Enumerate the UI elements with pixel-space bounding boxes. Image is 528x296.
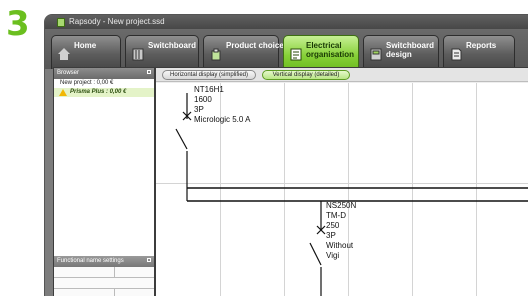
horizontal-display-button[interactable]: Horizontal display (simplified) <box>162 70 256 80</box>
pin-icon[interactable] <box>147 70 151 74</box>
tab-switchboard-label: Switchboard <box>148 41 197 50</box>
incomer-breaker-poles: 3P <box>194 105 204 114</box>
application-window: Rapsody - New project.ssd Home Switchboa… <box>44 14 528 296</box>
switchboard-icon <box>132 48 144 61</box>
feeder-breaker-option-2: Vigi <box>326 251 340 260</box>
tab-reports-label: Reports <box>466 41 497 50</box>
incomer-breaker-rating: 1600 <box>194 95 212 104</box>
feeder-breaker-trip-unit: TM-D <box>326 211 346 220</box>
feeder-breaker-name: NS250N <box>326 201 357 210</box>
functional-name-field[interactable] <box>54 278 154 289</box>
functional-name-field[interactable] <box>54 267 154 278</box>
warning-icon <box>59 89 67 96</box>
product-choice-icon <box>210 48 222 61</box>
screenshot-root: 3 Rapsody - New project.ssd Home Switchb… <box>0 0 528 296</box>
step-number: 3 <box>6 4 30 44</box>
tree-item-project[interactable]: New project : 0,00 € <box>54 79 154 88</box>
browser-panel: Browser New project : 0,00 € Prisma Plus… <box>53 67 155 296</box>
tree-item-prisma-plus[interactable]: Prisma Plus : 0,00 € <box>54 88 154 97</box>
feeder-breaker-symbol <box>309 201 326 296</box>
tab-electrical-organisation-label: Electrical organisation <box>306 41 355 59</box>
incomer-breaker-symbol <box>175 93 192 201</box>
vertical-display-button[interactable]: Vertical display (detailed) <box>262 70 350 80</box>
browser-header-label: Browser <box>57 70 80 76</box>
main-tab-bar: Home Switchboard Product choice Electric… <box>45 29 528 69</box>
tree-item-prisma-plus-label: Prisma Plus : 0,00 € <box>70 89 127 95</box>
display-mode-bar: Horizontal display (simplified) Vertical… <box>156 68 528 82</box>
tab-product-choice-label: Product choice <box>226 41 284 50</box>
functional-name-field[interactable] <box>54 289 154 296</box>
title-bar: Rapsody - New project.ssd <box>45 15 528 29</box>
single-line-diagram: NT16H1 1600 3P Micrologic 5.0 A NS250N T… <box>156 83 528 296</box>
tab-electrical-organisation[interactable]: Electrical organisation <box>283 35 359 69</box>
incomer-breaker-name: NT16H1 <box>194 85 224 94</box>
tab-switchboard-design-label: Switchboard design <box>386 41 435 59</box>
diagram-area: Horizontal display (simplified) Vertical… <box>155 67 528 296</box>
feeder-breaker-label[interactable]: NS250N TM-D 250 3P Without Vigi <box>326 201 356 261</box>
incomer-breaker-label[interactable]: NT16H1 1600 3P Micrologic 5.0 A <box>194 85 250 125</box>
reports-icon <box>450 48 462 61</box>
electrical-organisation-icon <box>290 48 302 61</box>
app-icon <box>57 18 65 27</box>
functional-name-header: Functional name settings <box>54 256 154 267</box>
functional-name-header-label: Functional name settings <box>57 258 124 264</box>
incomer-breaker-trip-unit: Micrologic 5.0 A <box>194 115 251 124</box>
home-icon <box>58 48 70 61</box>
tab-switchboard[interactable]: Switchboard <box>125 35 199 69</box>
functional-name-panel: Functional name settings <box>54 256 154 296</box>
tab-product-choice[interactable]: Product choice <box>203 35 284 69</box>
browser-header: Browser <box>54 68 154 79</box>
window-title: Rapsody - New project.ssd <box>69 17 165 26</box>
pin-icon[interactable] <box>147 258 151 262</box>
tab-home[interactable]: Home <box>51 35 121 69</box>
tree-item-project-label: New project : 0,00 € <box>60 80 114 86</box>
tab-reports[interactable]: Reports <box>443 35 515 69</box>
switchboard-design-icon <box>370 48 382 61</box>
tab-switchboard-design[interactable]: Switchboard design <box>363 35 439 69</box>
feeder-breaker-rating: 250 <box>326 221 340 230</box>
feeder-breaker-option-1: Without <box>326 241 354 250</box>
feeder-breaker-poles: 3P <box>326 231 336 240</box>
